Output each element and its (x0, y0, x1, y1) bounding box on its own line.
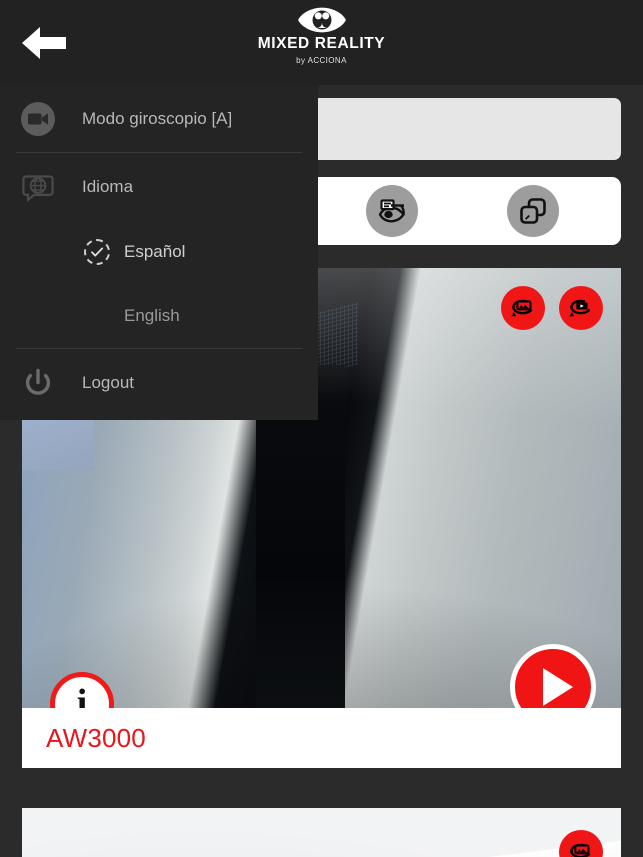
play-icon (542, 668, 573, 706)
language-option-label: Español (124, 242, 186, 261)
language-option-label: English (124, 306, 180, 325)
layers-tool-button[interactable] (506, 185, 559, 237)
menu-item-label: Modo giroscopio [A] (82, 108, 233, 128)
panorama-360-badge[interactable] (559, 830, 603, 857)
menu-item-gyroscope-mode[interactable]: Modo giroscopio [A] (0, 85, 318, 152)
language-option-english[interactable]: English (0, 284, 318, 348)
menu-item-label: Idioma (82, 176, 134, 196)
check-circle-icon (84, 239, 110, 265)
menu-item-language[interactable]: Idioma (0, 153, 318, 220)
media-badge-group (559, 830, 603, 857)
brand: MIXED REALITY by ACCIONA (0, 6, 643, 65)
menu-item-label: Logout (82, 372, 134, 392)
app-root: i AW3000 MIXED REALITY by ACCIONA Modo g… (0, 0, 643, 857)
asset-photo (22, 808, 621, 857)
power-icon (18, 363, 58, 403)
brand-subtitle: by ACCIONA (296, 56, 347, 65)
video-360-badge[interactable] (559, 286, 603, 330)
card-footer: AW3000 (22, 708, 621, 768)
language-globe-icon (18, 167, 58, 207)
panorama-360-icon (570, 843, 591, 857)
panorama-360-icon (511, 299, 533, 317)
video-camera-icon (18, 99, 58, 139)
language-option-spanish[interactable]: Español (0, 220, 318, 284)
document-eye-icon (378, 199, 405, 223)
settings-menu: Modo giroscopio [A] Idioma Español Engli… (0, 85, 318, 420)
eye-logo-icon (297, 7, 346, 33)
panorama-360-badge[interactable] (501, 286, 545, 330)
info-icon: i (76, 682, 88, 708)
layers-copy-icon (519, 198, 546, 224)
asset-card-secondary[interactable] (22, 808, 621, 857)
brand-title: MIXED REALITY (257, 35, 386, 52)
video-360-icon (569, 299, 591, 317)
document-view-tool-button[interactable] (365, 185, 418, 237)
card-media[interactable] (22, 808, 621, 857)
menu-item-logout[interactable]: Logout (0, 349, 318, 416)
media-badge-group (501, 286, 603, 330)
header: MIXED REALITY by ACCIONA (0, 0, 643, 85)
card-title: AW3000 (46, 722, 146, 753)
